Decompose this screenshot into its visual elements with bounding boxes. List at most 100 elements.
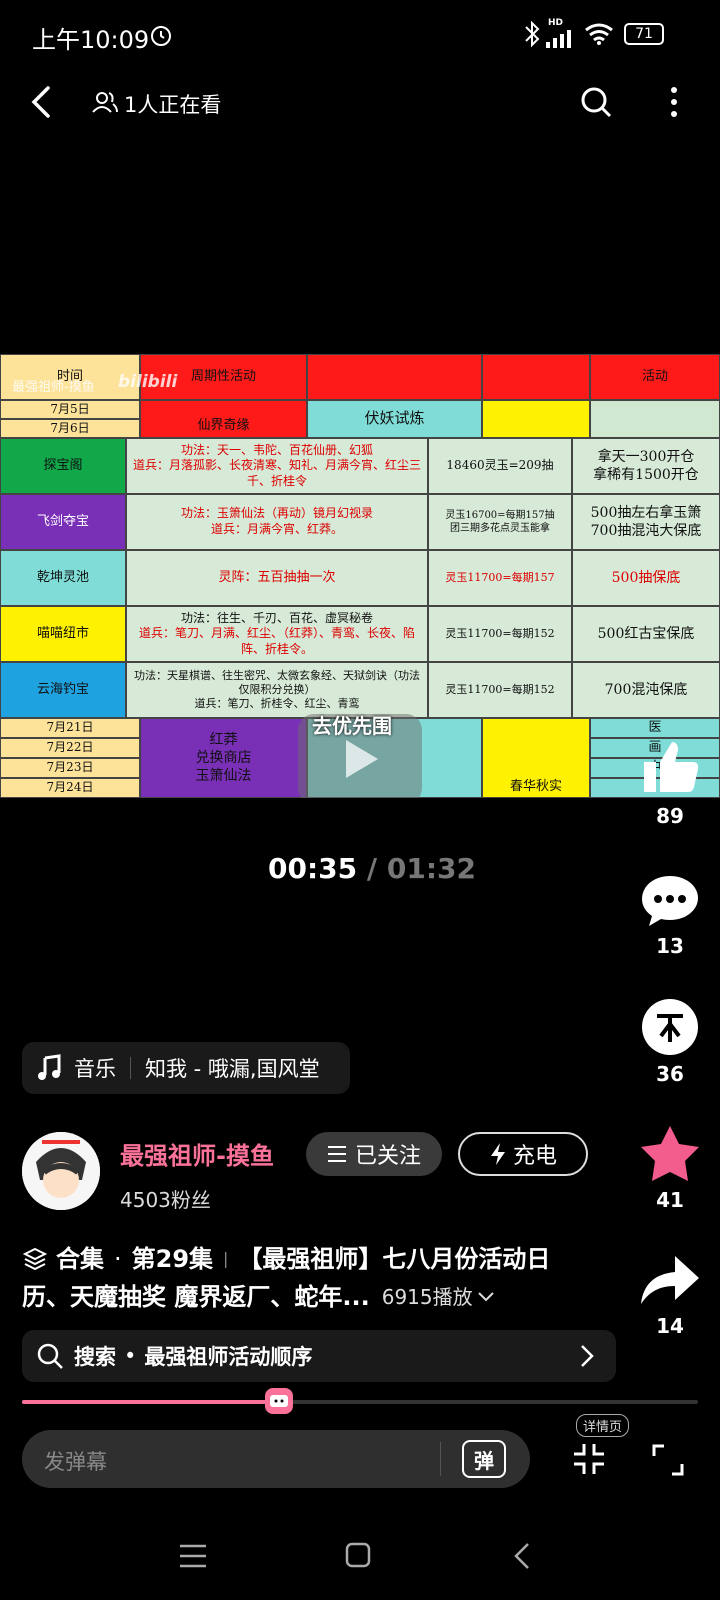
- bottom-yellow: 春华秋实: [482, 718, 590, 798]
- bottom-purple-text: 红莽 兑换商店 玉箫仙法: [195, 731, 252, 785]
- row-cost-text: 灵玉11700=每期152: [445, 682, 555, 696]
- current-time: 00:35: [268, 852, 358, 885]
- more-icon[interactable]: [668, 84, 680, 120]
- row-note-text: 500红古宝保底: [597, 625, 695, 642]
- row-desc-1: 功法：玉箫仙法（再动）镜月幻视录: [180, 506, 373, 521]
- danmaku-input[interactable]: 发弹幕 弹: [22, 1430, 530, 1488]
- alarm-icon: [151, 26, 171, 46]
- date-text: 7月23日: [46, 760, 94, 775]
- progress-track[interactable]: [22, 1388, 698, 1414]
- row-name-text: 云海钓宝: [36, 681, 89, 697]
- back-icon[interactable]: [28, 84, 58, 120]
- search-prefix: 搜索: [74, 1345, 116, 1369]
- avatar-image: [22, 1132, 100, 1210]
- episode-label: 第29集: [131, 1245, 214, 1273]
- progress-fill: [22, 1400, 279, 1404]
- status-time: 上午10:09: [32, 26, 150, 54]
- date-row: 7月24日: [0, 778, 140, 798]
- event-fuyao: 伏妖试炼: [307, 400, 482, 438]
- date-text: 7月24日: [46, 780, 94, 795]
- search-icon[interactable]: [578, 84, 614, 120]
- detail-badge: 详情页: [576, 1414, 630, 1437]
- event-green: [590, 400, 720, 438]
- followed-label: 已关注: [354, 1144, 421, 1169]
- bilibili-watermark: bilibili: [118, 372, 178, 392]
- tv-mascot-icon: [269, 1395, 288, 1407]
- menu-icon[interactable]: [178, 1543, 208, 1569]
- event-text: 仙界奇缘: [197, 417, 250, 433]
- bluetooth-icon: [525, 20, 540, 48]
- collection-label: 合集: [56, 1245, 104, 1273]
- danmaku-placeholder: 发弹幕: [44, 1450, 107, 1474]
- coin-icon: [642, 999, 698, 1055]
- share-button[interactable]: 14: [620, 1252, 720, 1338]
- layers-icon: [22, 1247, 48, 1271]
- chevron-down-icon[interactable]: [477, 1291, 495, 1303]
- coin-count: 36: [656, 1062, 684, 1086]
- row-desc-1: 功法：天一、韦陀、百花仙册、幻狐: [180, 442, 373, 457]
- date-row: 7月5日: [0, 400, 140, 419]
- uploader-name[interactable]: 最强祖师-摸鱼: [120, 1136, 274, 1171]
- header-periodic-text: 周期性活动: [190, 368, 256, 384]
- event-text: 伏妖试炼: [364, 409, 425, 428]
- row-desc-2: 道兵：笔刀、月满、红尘、（红莽）、青鸾、长夜、陷阵、折桂令。: [138, 626, 415, 656]
- row-cost: 灵玉11700=每期157: [428, 550, 572, 606]
- music-divider: [130, 1057, 131, 1079]
- favorite-button[interactable]: 41: [620, 1124, 720, 1212]
- comment-button[interactable]: 13: [620, 872, 720, 958]
- title-line-2: 历、天魔抽奖 魔界返厂、蛇年...: [22, 1283, 370, 1311]
- fullscreen-icon[interactable]: [652, 1444, 684, 1476]
- home-icon[interactable]: [344, 1541, 372, 1569]
- row-name-text: 探宝阁: [43, 457, 83, 473]
- row-cost-text: 灵玉16700=每期157抽 团三期多花点灵玉能拿: [445, 510, 555, 534]
- row-desc: 功法：往生、千刃、百花、虚冥秘卷 道兵：笔刀、月满、红尘、（红莽）、青鸾、长夜、陷…: [126, 606, 428, 662]
- menu-icon: [327, 1146, 346, 1162]
- video-title[interactable]: 合集 · 第29集 | 【最强祖师】七八月份活动日 历、天魔抽奖 魔界返厂、蛇年…: [22, 1240, 602, 1316]
- row-cost: 灵玉11700=每期152: [428, 662, 572, 718]
- date-row: 7月6日: [0, 419, 140, 438]
- row-note-text: 700混沌保底: [604, 681, 688, 698]
- row-cost: 18460灵玉=209抽: [428, 438, 572, 494]
- coin-button[interactable]: 36: [620, 998, 720, 1086]
- row-note: 500抽左右拿玉箫 700抽混沌大保底: [572, 494, 720, 550]
- followed-button[interactable]: 已关注: [306, 1132, 442, 1176]
- row-note-text: 拿天一300开仓 拿稀有1500开仓: [593, 448, 699, 483]
- row-cost: 灵玉16700=每期157抽 团三期多花点灵玉能拿: [428, 494, 572, 550]
- share-count: 14: [656, 1314, 684, 1338]
- row-name-text: 乾坤灵池: [36, 569, 89, 585]
- row-name: 探宝阁: [0, 438, 126, 494]
- share-icon: [641, 1256, 699, 1304]
- comment-icon: [642, 876, 698, 926]
- video-player[interactable]: 时间 周期性活动 活动 最强祖师-摸鱼 bilibili 7月5日 7月6日 仙…: [0, 354, 720, 798]
- favorite-count: 41: [656, 1188, 684, 1212]
- row-desc: 灵阵：五百抽抽一次: [126, 550, 428, 606]
- danmaku-toggle-button[interactable]: 弹: [462, 1440, 506, 1478]
- viewers-icon: [92, 92, 118, 113]
- charge-label: 充电: [512, 1144, 557, 1169]
- row-name-text: 喵喵纽市: [36, 625, 89, 641]
- date-text: 7月5日: [50, 401, 90, 416]
- charge-button[interactable]: 充电: [458, 1132, 588, 1176]
- progress-thumb[interactable]: [264, 1388, 293, 1414]
- music-label: 音乐: [74, 1057, 116, 1081]
- overlay-text: 去优先围: [312, 714, 392, 738]
- back-nav-icon[interactable]: [512, 1541, 532, 1571]
- signal-icon: [546, 30, 571, 48]
- battery-icon: 71: [624, 23, 664, 45]
- collapse-icon[interactable]: [572, 1442, 606, 1476]
- date-text: 7月22日: [46, 740, 94, 755]
- play-icon: [346, 740, 378, 778]
- bottom-purple: 红莽 兑换商店 玉箫仙法: [140, 718, 307, 798]
- network-label: HD: [548, 18, 564, 28]
- watching-count: 1人正在看: [124, 93, 222, 117]
- like-button[interactable]: 89: [620, 734, 720, 828]
- row-cost: 灵玉11700=每期152: [428, 606, 572, 662]
- music-tag[interactable]: 音乐 知我 - 哦漏,国风堂: [22, 1042, 350, 1094]
- related-search[interactable]: 搜索 • 最强祖师活动顺序: [22, 1330, 616, 1382]
- row-note: 500抽保底: [572, 550, 720, 606]
- date-text: 7月21日: [46, 720, 94, 735]
- row-desc: 功法：天一、韦陀、百花仙册、幻狐 道兵：月落孤影、长夜清寒、知礼、月满今宵、红尘三…: [126, 438, 428, 494]
- time-display: 00:35 / 01:32: [268, 852, 476, 885]
- avatar[interactable]: [22, 1132, 100, 1210]
- row-desc: 功法：玉箫仙法（再动）镜月幻视录 道兵：月满今宵、红莽。: [126, 494, 428, 550]
